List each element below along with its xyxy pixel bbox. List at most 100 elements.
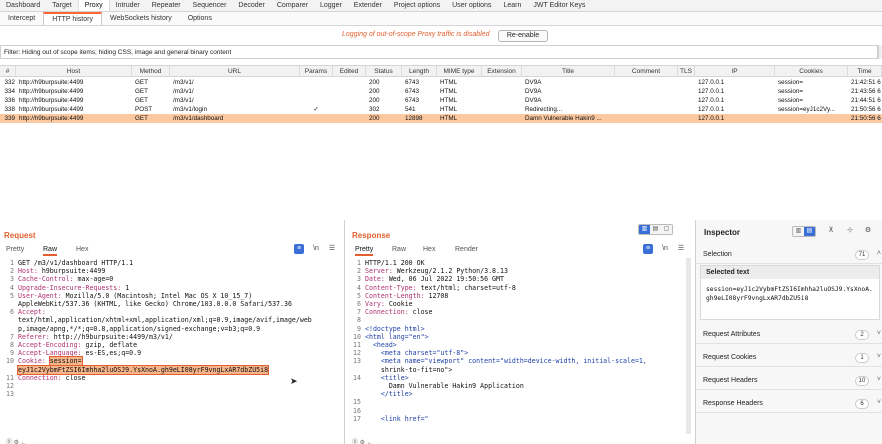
top-tab-proxy[interactable]: Proxy (77, 0, 110, 11)
inspector-dock-right-icon[interactable]: ▤ (804, 227, 815, 236)
split-vertical-icon[interactable]: ▥ (639, 225, 650, 234)
response-tab-render[interactable]: Render (455, 246, 478, 253)
top-tab-extender[interactable]: Extender (348, 0, 388, 11)
inspector-selection-row[interactable]: Selection 71 ˄ (696, 246, 882, 264)
cell-url: /m3/v1/dashboard (173, 115, 224, 122)
top-tab-project-options[interactable]: Project options (388, 0, 446, 11)
cell-method: GET (135, 97, 148, 104)
request-tab-hex[interactable]: Hex (76, 246, 88, 253)
response-newline-toggle[interactable]: \n (660, 244, 670, 254)
inspector-settings-icon[interactable]: ⚙ (863, 226, 873, 236)
inspector-layout-toggle[interactable]: ▥ ▤ (792, 226, 816, 237)
table-row[interactable]: 338 http://h9burpsuite:4499 POST/m3/v1/log… (0, 105, 882, 114)
response-scrollbar[interactable] (686, 258, 691, 434)
top-tab-jwt-editor-keys[interactable]: JWT Editor Keys (527, 0, 591, 11)
table-row[interactable]: 339 http://h9burpsuite:4499 GET/m3/v1/dash… (0, 114, 882, 123)
response-tab-pretty[interactable]: Pretty (355, 246, 374, 256)
column-header-method[interactable]: Method (132, 66, 170, 77)
table-row[interactable]: 332 http://h9burpsuite:4499 GET/m3/v1/200 6… (0, 78, 882, 87)
top-tab-user-options[interactable]: User options (446, 0, 497, 11)
filter-bar[interactable]: Filter: Hiding out of scope items; hidin… (0, 45, 878, 59)
sub-tab-intercept[interactable]: Intercept (0, 12, 43, 25)
request-newline-toggle[interactable]: \n (311, 244, 321, 254)
request-help-icon[interactable]: ⓪ ⚙ ← (6, 437, 27, 444)
header-name: Cookie: (18, 357, 46, 366)
selected-cookie-text[interactable]: session= (48, 356, 83, 367)
top-tab-target[interactable]: Target (46, 0, 77, 11)
response-content: text/html; charset=utf-8 (416, 283, 516, 292)
chevron-down-icon[interactable]: ˅ (877, 330, 881, 337)
column-header-time[interactable]: Time (848, 66, 882, 77)
single-pane-icon[interactable]: ▢ (661, 225, 672, 234)
filter-settings-corner[interactable] (878, 45, 882, 59)
split-horizontal-icon[interactable]: ▤ (650, 225, 661, 234)
request-tab-raw[interactable]: Raw (43, 246, 58, 256)
request-word-wrap-icon[interactable]: ≡ (294, 244, 304, 254)
cell-edited (333, 78, 365, 87)
history-table-header: # Host Method URL Params Edited Status Length MI… (0, 65, 882, 77)
column-header-url[interactable]: URL (170, 66, 300, 77)
cell-host: http://h9burpsuite:4499 (19, 106, 84, 113)
inspector-section-response-headers[interactable]: Response Headers 6 ˅ (696, 395, 882, 413)
column-header-ip[interactable]: IP (695, 66, 775, 77)
response-tab-hex[interactable]: Hex (423, 246, 435, 253)
response-tab-raw[interactable]: Raw (392, 246, 406, 253)
top-tab-intruder[interactable]: Intruder (110, 0, 146, 11)
response-menu-icon[interactable]: ☰ (676, 244, 686, 254)
selected-cookie-text[interactable]: eyJ1c2VybmFtZSI6Imhha2luOSJ9.YsXnoA.gh9e… (16, 364, 270, 375)
cell-ip: 127.0.0.1 (698, 88, 725, 95)
column-header-title[interactable]: Title (522, 66, 615, 77)
inspector-section-request-attributes[interactable]: Request Attributes 2 ˅ (696, 326, 882, 344)
table-row[interactable]: 334 http://h9burpsuite:4499 GET/m3/v1/200 6… (0, 87, 882, 96)
inspector-dock-left-icon[interactable]: ▥ (793, 227, 804, 236)
column-header-host[interactable]: Host (16, 66, 132, 77)
chevron-down-icon[interactable]: ˅ (877, 376, 881, 383)
top-tab-logger[interactable]: Logger (314, 0, 348, 11)
column-header-length[interactable]: Length (402, 66, 437, 77)
top-tab-comparer[interactable]: Comparer (271, 0, 314, 11)
column-header-tls[interactable]: TLS (678, 66, 695, 77)
mouse-cursor-icon: ➤ (290, 376, 298, 386)
column-header-status[interactable]: Status (366, 66, 402, 77)
top-tab-learn[interactable]: Learn (497, 0, 527, 11)
column-header-comment[interactable]: Comment (615, 66, 678, 77)
response-content: <meta charset="utf-8"> (365, 349, 469, 358)
response-content: shrink-to-fit=no"> (365, 365, 453, 374)
re-enable-button[interactable]: Re-enable (498, 30, 548, 42)
chevron-up-icon[interactable]: ˄ (877, 250, 881, 257)
column-header-mime-type[interactable]: MIME type (437, 66, 482, 77)
inspector-collapse-icon[interactable]: ⊼ (826, 226, 836, 236)
top-tab-decoder[interactable]: Decoder (232, 0, 270, 11)
top-tab-sequencer[interactable]: Sequencer (187, 0, 233, 11)
selected-text-value[interactable]: session=eyJ1c2VybmFtZSI6Imhha2luOSJ9.YsX… (706, 286, 876, 303)
cell-method: GET (135, 79, 148, 86)
sub-tab-http-history[interactable]: HTTP history (43, 12, 102, 25)
request-editor[interactable]: 1 GET /m3/v1/dashboard HTTP/1.1 2 Host: h9b… (2, 259, 312, 398)
chevron-down-icon[interactable]: ˅ (877, 353, 881, 360)
request-response-divider[interactable] (344, 220, 345, 444)
response-help-icon[interactable]: ⓪ ⚙ ← (352, 437, 373, 444)
filter-text: Filter: Hiding out of scope items; hidin… (4, 49, 232, 56)
inspector-section-request-headers[interactable]: Request Headers 10 ˅ (696, 372, 882, 390)
column-header-edited[interactable]: Edited (333, 66, 366, 77)
response-editor[interactable]: 1 HTTP/1.1 200 OK 2 Server: Werkzeug/2.1.2 … (349, 259, 647, 423)
request-tab-pretty[interactable]: Pretty (6, 246, 24, 253)
request-menu-icon[interactable]: ☰ (327, 244, 337, 254)
inspector-section-request-cookies[interactable]: Request Cookies 1 ˅ (696, 349, 882, 367)
response-word-wrap-icon[interactable]: ≡ (643, 244, 653, 254)
table-row[interactable]: 336 http://h9burpsuite:4499 GET/m3/v1/200 6… (0, 96, 882, 105)
sub-tab-websockets-history[interactable]: WebSockets history (102, 12, 180, 25)
line-number: 11 (353, 341, 361, 350)
column-header-params[interactable]: Params (300, 66, 333, 77)
sub-tab-options[interactable]: Options (180, 12, 220, 25)
top-tab-repeater[interactable]: Repeater (146, 0, 187, 11)
cell-method: GET (135, 115, 148, 122)
top-tab-dashboard[interactable]: Dashboard (0, 0, 46, 11)
layout-view-toggle[interactable]: ▥ ▤ ▢ (638, 224, 673, 235)
column-header-number[interactable]: # (0, 66, 16, 77)
column-header-cookies[interactable]: Cookies (775, 66, 848, 77)
inspector-expand-icon[interactable]: ⊹ (845, 226, 855, 236)
chevron-down-icon[interactable]: ˅ (877, 399, 881, 406)
column-header-extension[interactable]: Extension (482, 66, 522, 77)
cell-title: DV9A (525, 88, 542, 95)
